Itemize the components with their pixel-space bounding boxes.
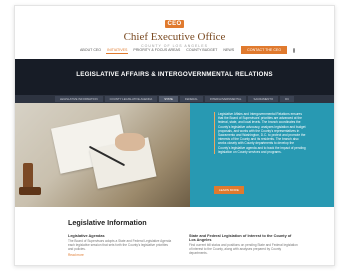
- ceo-badge: CEO: [164, 20, 185, 28]
- block-heading[interactable]: Legislative Agendas: [68, 234, 172, 238]
- learn-more-button[interactable]: LEARN MORE: [214, 186, 244, 194]
- page-banner: LEGISLATIVE AFFAIRS & INTERGOVERNMENTAL …: [15, 59, 334, 95]
- nav-item-initiatives[interactable]: INITIATIVES: [106, 47, 129, 54]
- tab-intergovernmental[interactable]: INTERGOVERNMENTAL: [204, 96, 247, 102]
- hero-section: Legislative Affairs and Intergovernmenta…: [15, 103, 334, 207]
- hero-photo: [15, 103, 190, 207]
- tab-legislative-information[interactable]: LEGISLATIVE INFORMATION: [54, 96, 103, 102]
- tab-legislative-agenda[interactable]: COUNTY LEGISLATIVE AGENDA: [104, 96, 158, 102]
- tab-sacramento[interactable]: SACRAMENTO: [248, 96, 279, 102]
- hand: [115, 133, 145, 151]
- hero-description: Legislative Affairs and Intergovernmenta…: [214, 112, 306, 155]
- tab-dc[interactable]: DC: [280, 96, 295, 102]
- tab-federal[interactable]: FEDERAL: [179, 96, 203, 102]
- site-logo[interactable]: CEO Chief Executive Office COUNTY OF LOS…: [15, 12, 334, 48]
- block-text: Find current bill status and positions o…: [189, 243, 298, 256]
- search-icon[interactable]: [293, 47, 296, 53]
- block-heading[interactable]: State and Federal Legislation of Interes…: [189, 234, 299, 242]
- section-title: Legislative Information: [68, 218, 147, 227]
- state-federal-legislation-block: State and Federal Legislation of Interes…: [189, 234, 299, 255]
- legislative-agendas-block: Legislative Agendas The Board of Supervi…: [68, 234, 172, 257]
- nav-item-priority[interactable]: PRIORITY & FOCUS AREAS: [132, 47, 181, 53]
- tab-state[interactable]: STATE: [159, 96, 178, 102]
- browser-page: CEO Chief Executive Office COUNTY OF LOS…: [14, 5, 335, 266]
- contact-ceo-button[interactable]: CONTACT THE CEO: [241, 46, 288, 54]
- page-title: LEGISLATIVE AFFAIRS & INTERGOVERNMENTAL …: [76, 71, 273, 78]
- sub-nav: LEGISLATIVE INFORMATION COUNTY LEGISLATI…: [15, 95, 334, 103]
- gavel-base: [19, 187, 41, 195]
- site-title: Chief Executive Office: [123, 31, 226, 43]
- main-nav: ABOUT CEO INITIATIVES PRIORITY & FOCUS A…: [79, 46, 296, 54]
- nav-item-budget[interactable]: COUNTY BUDGET: [185, 47, 218, 53]
- read-more-link[interactable]: Read more: [68, 253, 172, 257]
- nav-item-news[interactable]: NEWS: [222, 47, 235, 53]
- block-text: The Board of Supervisors adopts a State …: [68, 239, 172, 252]
- nav-item-about[interactable]: ABOUT CEO: [79, 47, 102, 53]
